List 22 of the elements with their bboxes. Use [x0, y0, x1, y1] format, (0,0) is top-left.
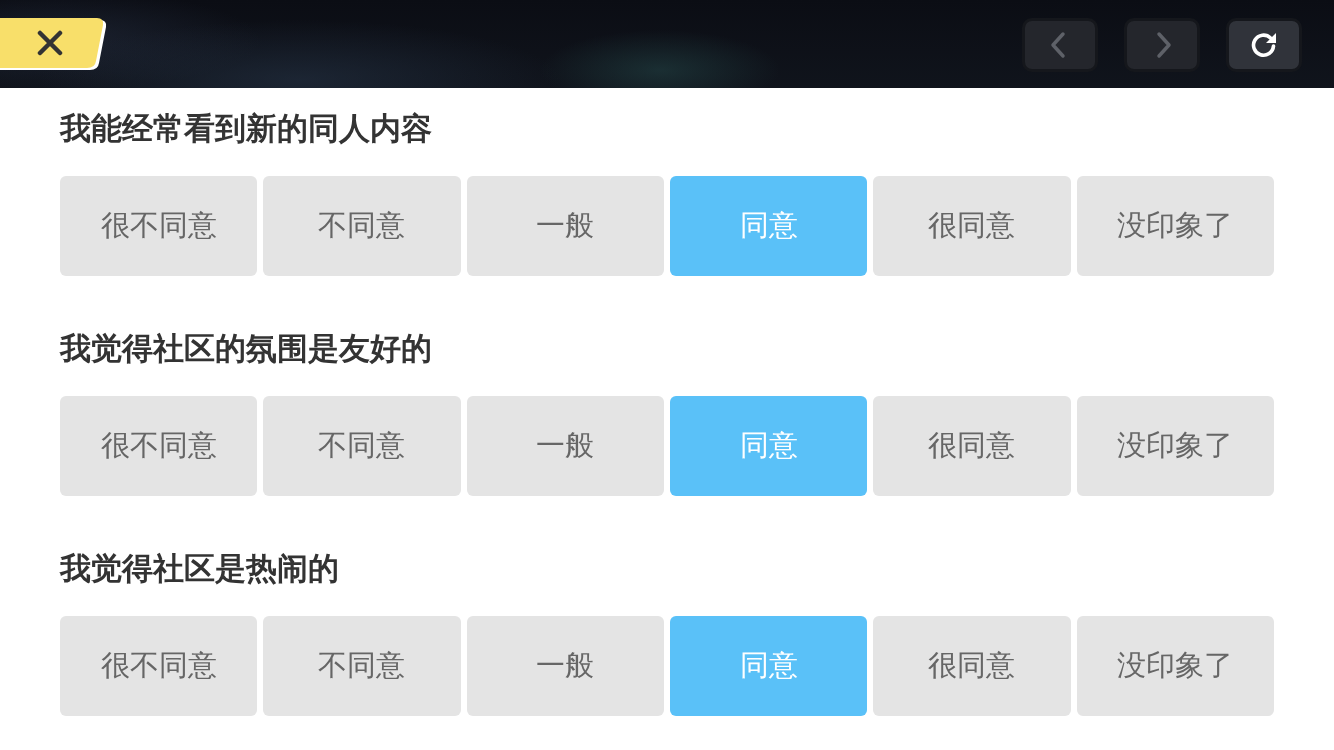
- option-button[interactable]: 没印象了: [1076, 616, 1274, 716]
- option-button[interactable]: 一般: [466, 176, 664, 276]
- option-button[interactable]: 很同意: [873, 396, 1071, 496]
- option-button[interactable]: 没印象了: [1076, 396, 1274, 496]
- question-title: 我觉得社区是热闹的: [60, 549, 340, 588]
- option-button[interactable]: 很不同意: [60, 396, 258, 496]
- option-button[interactable]: 不同意: [263, 396, 461, 496]
- option-button[interactable]: 很不同意: [60, 616, 258, 716]
- option-button[interactable]: 不同意: [263, 176, 461, 276]
- option-button[interactable]: 很不同意: [60, 176, 258, 276]
- question-title: 我能经常看到新的同人内容: [60, 109, 433, 148]
- option-button[interactable]: 没印象了: [1076, 176, 1274, 276]
- option-button[interactable]: 很同意: [873, 616, 1071, 716]
- option-button[interactable]: 一般: [466, 616, 664, 716]
- option-button[interactable]: 不同意: [263, 616, 461, 716]
- refresh-button[interactable]: [1226, 18, 1302, 72]
- option-button[interactable]: 很同意: [873, 176, 1071, 276]
- close-icon: [37, 30, 63, 56]
- refresh-icon: [1250, 31, 1278, 59]
- option-button[interactable]: 一般: [466, 396, 664, 496]
- question-title: 我觉得社区的氛围是友好的: [60, 329, 433, 368]
- close-button[interactable]: [0, 18, 108, 70]
